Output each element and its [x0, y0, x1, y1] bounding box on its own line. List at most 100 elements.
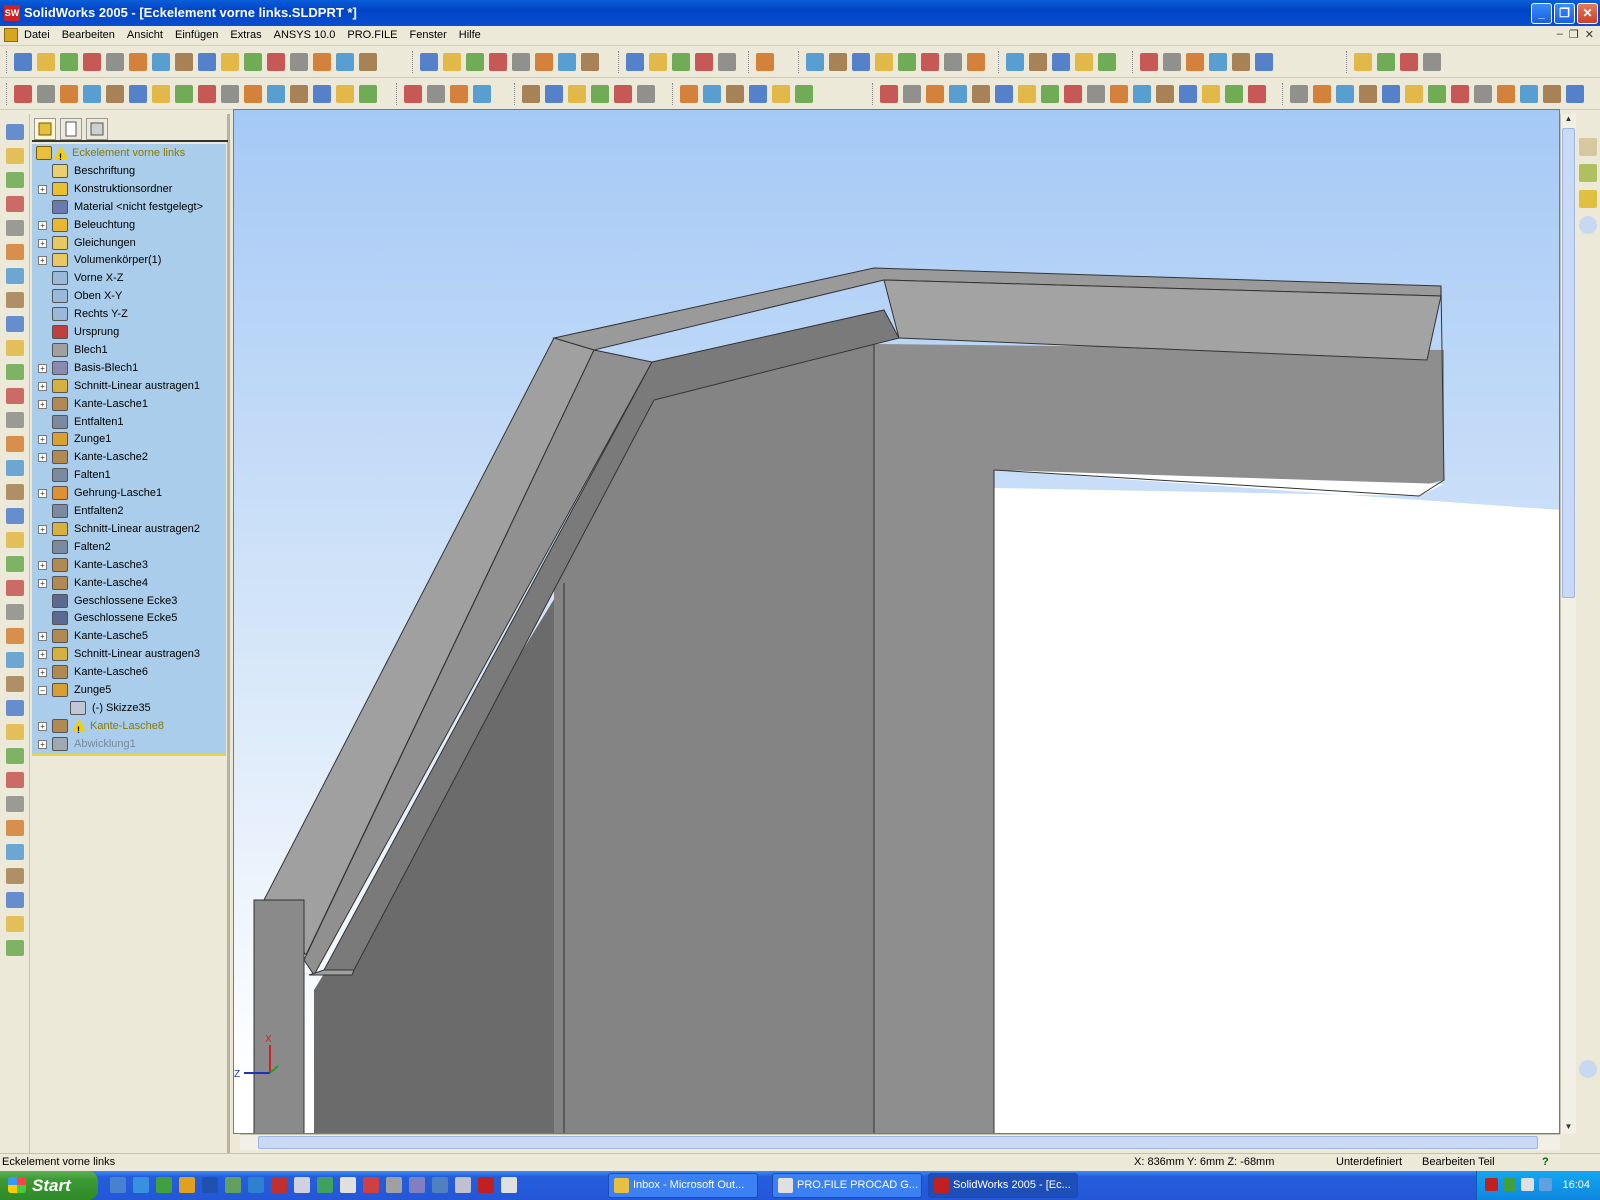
toolbar-command-icon[interactable]	[1336, 85, 1354, 103]
expand-icon[interactable]: +	[38, 435, 47, 445]
toolbar-command-icon[interactable]	[898, 53, 916, 71]
sketch-tool-icon[interactable]	[6, 508, 24, 524]
tree-item[interactable]: + Beleuchtung	[32, 216, 226, 234]
expand-icon[interactable]: +	[38, 238, 47, 248]
toolbar-command-icon[interactable]	[558, 53, 576, 71]
scroll-down-arrow[interactable]: ▼	[1562, 1122, 1575, 1134]
collapse-pane-icon[interactable]	[1579, 216, 1597, 234]
tree-item[interactable]: + Kante-Lasche5	[32, 627, 226, 645]
quick-launch-icon[interactable]	[317, 1177, 333, 1193]
toolbar-command-icon[interactable]	[106, 53, 124, 71]
toolbar-command-icon[interactable]	[1290, 85, 1308, 103]
toolbar-command-icon[interactable]	[614, 85, 632, 103]
tree-item[interactable]: + Basis-Blech1	[32, 359, 226, 377]
quick-launch-icon[interactable]	[179, 1177, 195, 1193]
horizontal-scrollbar[interactable]	[240, 1134, 1560, 1150]
sketch-tool-icon[interactable]	[6, 724, 24, 740]
expand-icon[interactable]: +	[38, 489, 47, 499]
vertical-scrollbar[interactable]: ▲ ▼	[1560, 114, 1576, 1134]
quick-launch-icon[interactable]	[386, 1177, 402, 1193]
tree-item[interactable]: Geschlossene Ecke3	[32, 592, 226, 610]
expand-icon[interactable]: +	[38, 399, 47, 409]
tree-item[interactable]: + Kante-Lasche8	[32, 717, 226, 739]
toolbar-command-icon[interactable]	[359, 53, 377, 71]
sketch-tool-icon[interactable]	[6, 316, 24, 332]
toolbar-command-icon[interactable]	[672, 53, 690, 71]
sketch-tool-icon[interactable]	[6, 172, 24, 188]
quick-launch-icon[interactable]	[271, 1177, 287, 1193]
sketch-tool-icon[interactable]	[6, 700, 24, 716]
sketch-tool-icon[interactable]	[6, 868, 24, 884]
quick-launch-icon[interactable]	[363, 1177, 379, 1193]
toolbar-command-icon[interactable]	[1110, 85, 1128, 103]
toolbar-command-icon[interactable]	[944, 53, 962, 71]
quick-launch-icon[interactable]	[156, 1177, 172, 1193]
toolbar-command-icon[interactable]	[267, 85, 285, 103]
sketch-tool-icon[interactable]	[6, 412, 24, 428]
toolbar-grip[interactable]	[514, 83, 517, 105]
sketch-tool-icon[interactable]	[6, 772, 24, 788]
toolbar-command-icon[interactable]	[995, 85, 1013, 103]
menu-einfuegen[interactable]: Einfügen	[175, 29, 218, 41]
toolbar-command-icon[interactable]	[649, 53, 667, 71]
toolbar-command-icon[interactable]	[244, 53, 262, 71]
toolbar-command-icon[interactable]	[581, 53, 599, 71]
tree-root[interactable]: Eckelement vorne links	[32, 144, 226, 166]
toolbar-command-icon[interactable]	[1225, 85, 1243, 103]
toolbar-command-icon[interactable]	[1202, 85, 1220, 103]
tree-item[interactable]: + Kante-Lasche6	[32, 663, 226, 681]
toolbar-command-icon[interactable]	[466, 53, 484, 71]
toolbar-command-icon[interactable]	[921, 53, 939, 71]
toolbar-grip[interactable]	[6, 83, 9, 105]
home-icon[interactable]	[1579, 138, 1597, 156]
tree-item[interactable]: + Kante-Lasche1	[32, 395, 226, 413]
toolbar-grip[interactable]	[672, 83, 675, 105]
sketch-tool-icon[interactable]	[6, 604, 24, 620]
toolbar-command-icon[interactable]	[1497, 85, 1515, 103]
toolbar-command-icon[interactable]	[1006, 53, 1024, 71]
toolbar-command-icon[interactable]	[1428, 85, 1446, 103]
minimize-button[interactable]: _	[1531, 3, 1552, 24]
doc-restore-button[interactable]: ❐	[1569, 28, 1579, 41]
toolbar-command-icon[interactable]	[60, 53, 78, 71]
tree-item[interactable]: + Schnitt-Linear austragen2	[32, 520, 226, 538]
scroll-up-arrow[interactable]: ▲	[1562, 114, 1575, 126]
sketch-tool-icon[interactable]	[6, 340, 24, 356]
toolbar-command-icon[interactable]	[1474, 85, 1492, 103]
toolbar-command-icon[interactable]	[1052, 53, 1070, 71]
toolbar-command-icon[interactable]	[1075, 53, 1093, 71]
tree-item[interactable]: + Gleichungen	[32, 234, 226, 252]
quick-launch-icon[interactable]	[501, 1177, 517, 1193]
toolbar-command-icon[interactable]	[359, 85, 377, 103]
toolbar-command-icon[interactable]	[522, 85, 540, 103]
quick-launch-icon[interactable]	[432, 1177, 448, 1193]
toolbar-command-icon[interactable]	[60, 85, 78, 103]
toolbar-command-icon[interactable]	[1041, 85, 1059, 103]
tab-feature-manager[interactable]	[34, 118, 56, 140]
sketch-tool-icon[interactable]	[6, 364, 24, 380]
toolbar-command-icon[interactable]	[967, 53, 985, 71]
expand-icon[interactable]: +	[38, 363, 47, 373]
expand-icon[interactable]: +	[38, 184, 47, 194]
horizontal-scroll-thumb[interactable]	[258, 1136, 1538, 1149]
sketch-tool-icon[interactable]	[6, 820, 24, 836]
menu-bearbeiten[interactable]: Bearbeiten	[62, 29, 115, 41]
toolbar-command-icon[interactable]	[626, 53, 644, 71]
toolbar-command-icon[interactable]	[1232, 53, 1250, 71]
toolbar-command-icon[interactable]	[427, 85, 445, 103]
sketch-tool-icon[interactable]	[6, 244, 24, 260]
menu-datei[interactable]: Datei	[24, 29, 50, 41]
3d-model-view[interactable]: X Z	[234, 110, 1560, 1134]
help-icon[interactable]: ?	[1542, 1156, 1549, 1168]
tray-volume-icon[interactable]	[1521, 1178, 1534, 1191]
toolbar-command-icon[interactable]	[972, 85, 990, 103]
quick-launch-icon[interactable]	[478, 1177, 494, 1193]
toolbar-command-icon[interactable]	[903, 85, 921, 103]
menu-hilfe[interactable]: Hilfe	[459, 29, 481, 41]
expand-icon[interactable]: +	[38, 578, 47, 588]
tree-item[interactable]: + Zunge1	[32, 430, 226, 448]
sketch-tool-icon[interactable]	[6, 268, 24, 284]
toolbar-command-icon[interactable]	[1255, 53, 1273, 71]
taskbar-task-button[interactable]: SolidWorks 2005 - [Ec...	[928, 1173, 1078, 1198]
tab-configuration-manager[interactable]	[86, 118, 108, 140]
